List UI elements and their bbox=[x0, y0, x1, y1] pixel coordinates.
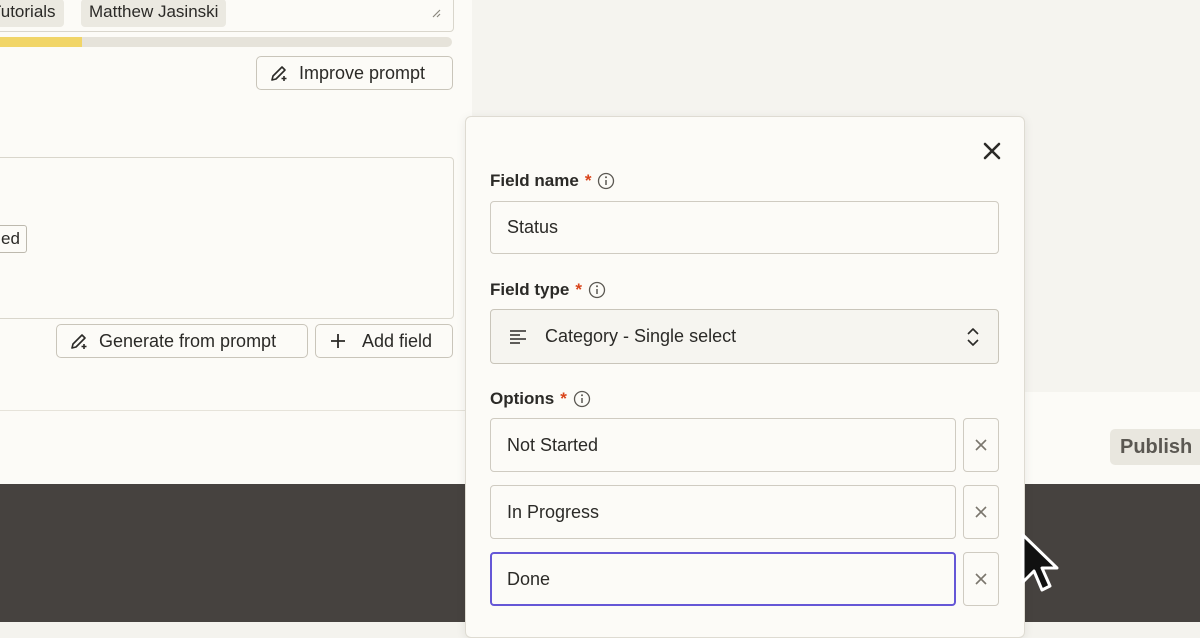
options-label: Options bbox=[490, 389, 555, 408]
improve-prompt-label: Improve prompt bbox=[299, 62, 426, 83]
x-icon bbox=[975, 573, 987, 585]
field-type-value: Category - Single select bbox=[545, 326, 737, 346]
prompt-textarea[interactable]: Tutorials Matthew Jasinski bbox=[0, 0, 454, 32]
field-type-select[interactable]: Category - Single select bbox=[490, 309, 999, 364]
close-icon bbox=[983, 142, 1001, 160]
field-type-label-row: Field type * bbox=[490, 280, 606, 300]
prompt-tag: Matthew Jasinski bbox=[81, 0, 227, 27]
chevron-updown-icon bbox=[967, 327, 979, 346]
add-field-label: Add field bbox=[362, 330, 433, 351]
field-name-input[interactable] bbox=[490, 201, 999, 254]
field-editor-modal: Field name * Field type * Category - Sin… bbox=[465, 116, 1025, 638]
improve-prompt-button[interactable]: Improve prompt bbox=[256, 56, 453, 90]
progress-fill bbox=[0, 37, 83, 47]
option-input[interactable] bbox=[490, 485, 956, 539]
add-field-button[interactable]: Add field bbox=[315, 324, 453, 358]
x-icon bbox=[975, 506, 987, 518]
required-mark: * bbox=[584, 171, 592, 190]
close-button[interactable] bbox=[980, 139, 1004, 163]
prompt-tag: Tutorials bbox=[0, 0, 64, 27]
cursor-arrow-icon bbox=[1021, 533, 1059, 592]
option-input[interactable] bbox=[490, 418, 956, 472]
fields-list bbox=[0, 157, 454, 319]
align-left-icon bbox=[510, 329, 526, 344]
required-mark: * bbox=[575, 280, 582, 299]
field-tag: ed bbox=[0, 225, 27, 253]
remove-option-button[interactable] bbox=[963, 485, 999, 539]
info-icon[interactable] bbox=[597, 172, 615, 190]
option-input[interactable] bbox=[490, 552, 956, 606]
generate-from-prompt-button[interactable]: Generate from prompt bbox=[56, 324, 308, 358]
field-type-label: Field type bbox=[490, 280, 570, 299]
required-mark: * bbox=[560, 389, 567, 408]
x-icon bbox=[975, 439, 987, 451]
pencil-sparkle-icon bbox=[71, 334, 87, 349]
remove-option-button[interactable] bbox=[963, 552, 999, 606]
left-panel: Tutorials Matthew Jasinski Improve promp… bbox=[0, 0, 472, 410]
info-icon[interactable] bbox=[573, 390, 591, 408]
publish-button[interactable]: Publish bbox=[1110, 429, 1200, 465]
pencil-sparkle-icon bbox=[271, 66, 287, 81]
field-name-label-row: Field name * bbox=[490, 171, 615, 191]
info-icon[interactable] bbox=[588, 281, 606, 299]
plus-icon bbox=[331, 334, 345, 348]
options-label-row: Options * bbox=[490, 389, 591, 409]
progress-bar bbox=[0, 37, 452, 47]
resize-handle-icon[interactable] bbox=[431, 8, 441, 18]
field-name-label: Field name bbox=[490, 171, 579, 190]
generate-label: Generate from prompt bbox=[99, 330, 277, 351]
remove-option-button[interactable] bbox=[963, 418, 999, 472]
